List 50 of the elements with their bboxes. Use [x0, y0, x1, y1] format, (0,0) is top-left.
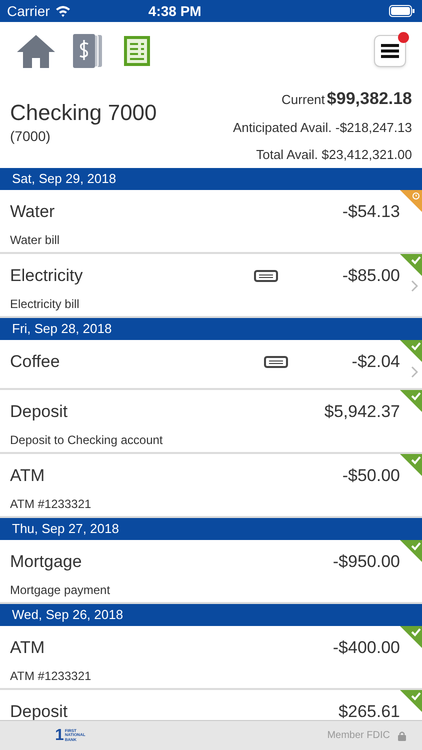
transaction-row[interactable]: Water -$54.13 Water bill — [0, 190, 422, 254]
transaction-row[interactable]: ATM -$400.00 ATM #1233321 — [0, 626, 422, 690]
lock-icon — [398, 730, 406, 740]
account-number: (7000) — [10, 127, 52, 146]
transaction-row[interactable]: ATM -$50.00 ATM #1233321 — [0, 454, 422, 518]
date-header: Fri, Sep 28, 2018 — [0, 318, 422, 340]
transaction-row[interactable]: Mortgage -$950.00 Mortgage payment — [0, 540, 422, 604]
logo-mark: 1 — [55, 728, 64, 744]
transaction-amount: -$950.00 — [332, 551, 400, 573]
transaction-amount: $265.61 — [338, 701, 400, 720]
transaction-amount: -$54.13 — [342, 201, 400, 223]
transaction-memo: Electricity bill — [10, 296, 80, 312]
transaction-title: Water — [10, 201, 55, 223]
transaction-amount: -$2.04 — [352, 351, 400, 373]
fdic-text: Member FDIC — [327, 729, 390, 743]
transaction-amount: $5,942.37 — [324, 401, 400, 423]
total-balance: Total Avail. $23,412,321.00 — [256, 146, 412, 164]
home-icon[interactable] — [16, 34, 56, 68]
ledger-icon[interactable] — [124, 36, 150, 66]
transaction-amount: -$400.00 — [332, 637, 400, 659]
date-header: Thu, Sep 27, 2018 — [0, 518, 422, 540]
date-header: Wed, Sep 26, 2018 — [0, 604, 422, 626]
current-balance: $99,382.18 — [326, 88, 412, 110]
anticipated-balance: Anticipated Avail. -$218,247.13 — [232, 118, 412, 137]
transaction-title: Mortgage — [10, 551, 82, 573]
transaction-amount: -$50.00 — [342, 465, 400, 487]
menu-icon — [381, 44, 399, 58]
transaction-row[interactable]: Deposit $5,942.37 Deposit to Checking account — [0, 390, 422, 454]
carrier-text: Carrier — [7, 2, 50, 20]
transaction-row[interactable]: Coffee -$2.04 — [0, 340, 422, 390]
date-header: Sat, Sep 29, 2018 — [0, 168, 422, 190]
transaction-title: ATM — [10, 465, 45, 487]
transaction-memo: Mortgage payment — [10, 582, 112, 598]
menu-button[interactable] — [374, 35, 406, 67]
transaction-title: ATM — [10, 637, 45, 659]
transaction-memo: ATM #1233321 — [10, 668, 92, 684]
transaction-title: Coffee — [10, 351, 60, 373]
current-label: Current — [282, 91, 325, 109]
wifi-icon — [54, 5, 71, 17]
transaction-memo: ATM #1233321 — [10, 496, 92, 512]
transaction-title: Electricity — [10, 265, 83, 287]
account-name: Checking 7000 — [10, 100, 157, 126]
transaction-row[interactable]: Electricity -$85.00 Electricity bill — [0, 254, 422, 318]
clock-text: 4:38 PM — [148, 2, 202, 20]
transaction-memo: Deposit to Checking account — [10, 432, 164, 448]
money-cards-icon[interactable] — [72, 33, 104, 69]
battery-icon — [389, 5, 415, 17]
transaction-memo: Water bill — [10, 232, 61, 248]
transaction-title: Deposit — [10, 401, 68, 423]
transaction-amount: -$85.00 — [342, 265, 400, 287]
